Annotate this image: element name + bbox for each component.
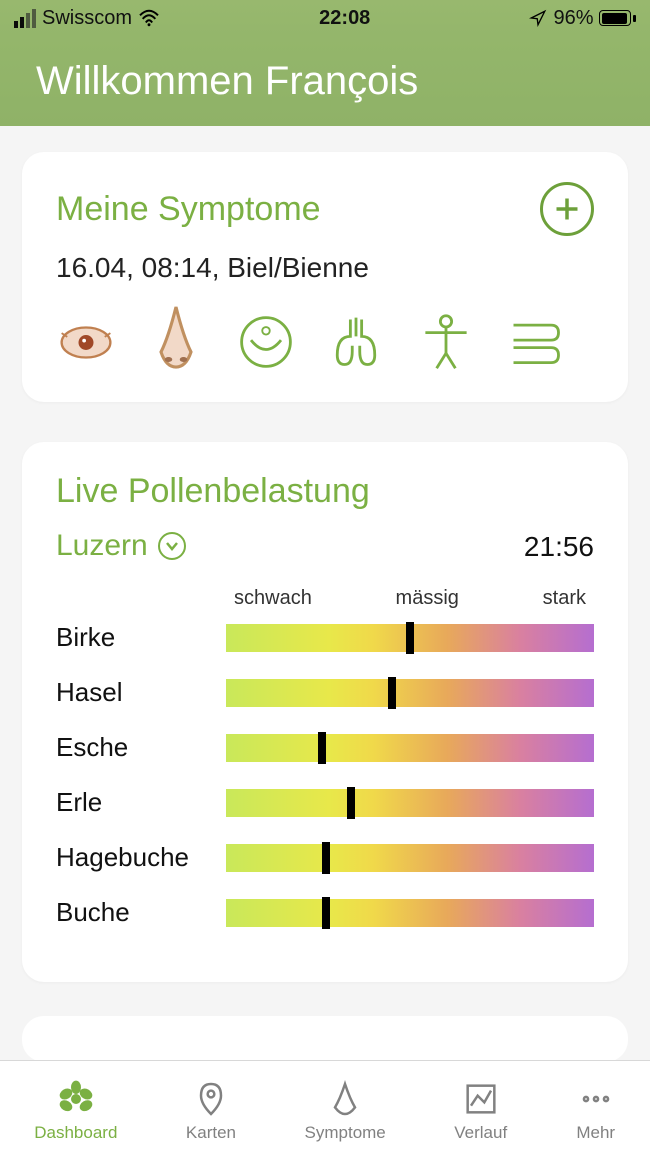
tab-karten[interactable]: Karten: [186, 1079, 236, 1143]
pollen-row: Esche: [56, 732, 594, 763]
pollen-marker: [322, 842, 330, 874]
symptom-meta: 16.04, 08:14, Biel/Bienne: [56, 252, 594, 284]
mouth-icon[interactable]: [236, 312, 296, 372]
chart-icon: [461, 1079, 501, 1119]
wifi-icon: [138, 9, 160, 27]
pollen-rows: Birke Hasel Esche Erle Hagebuche Buche: [56, 622, 594, 928]
welcome-title: Willkommen François: [36, 59, 418, 104]
add-symptom-button[interactable]: [540, 182, 594, 236]
tab-bar: Dashboard Karten Symptome Verlauf Mehr: [0, 1060, 650, 1156]
tab-label: Karten: [186, 1123, 236, 1143]
pollen-row: Hagebuche: [56, 842, 594, 873]
pollen-row: Buche: [56, 897, 594, 928]
plus-icon: [553, 195, 581, 223]
scale-mid: mässig: [396, 587, 459, 610]
map-pin-icon: [191, 1079, 231, 1119]
pollen-marker: [318, 732, 326, 764]
lungs-icon[interactable]: [326, 312, 386, 372]
pollen-name: Hagebuche: [56, 842, 226, 873]
tab-symptome[interactable]: Symptome: [305, 1079, 386, 1143]
tab-verlauf[interactable]: Verlauf: [454, 1079, 507, 1143]
pollen-name: Buche: [56, 897, 226, 928]
more-icon: [576, 1079, 616, 1119]
pollen-title: Live Pollenbelastung: [56, 472, 594, 511]
pollen-name: Birke: [56, 622, 226, 653]
tab-label: Symptome: [305, 1123, 386, 1143]
location-selector[interactable]: Luzern: [56, 529, 186, 563]
pollen-bar: [226, 679, 594, 707]
scale-high: stark: [543, 587, 586, 610]
pollen-bar: [226, 624, 594, 652]
symptoms-title: Meine Symptome: [56, 190, 321, 229]
pollen-name: Hasel: [56, 677, 226, 708]
pollen-bar: [226, 734, 594, 762]
pollen-marker: [347, 787, 355, 819]
pollen-marker: [322, 897, 330, 929]
status-right: 96%: [529, 7, 636, 30]
pollen-time: 21:56: [524, 531, 594, 563]
symptoms-card: Meine Symptome 16.04, 08:14, Biel/Bienne: [22, 152, 628, 402]
pollen-bar: [226, 899, 594, 927]
status-bar: Swisscom 22:08 96%: [0, 0, 650, 36]
tab-dashboard[interactable]: Dashboard: [34, 1079, 117, 1143]
page-header: Willkommen François: [0, 36, 650, 126]
content-area: Meine Symptome 16.04, 08:14, Biel/Bienne: [0, 126, 650, 1060]
pollen-row: Erle: [56, 787, 594, 818]
next-card-peek: [22, 1016, 628, 1060]
location-arrow-icon: [529, 9, 547, 27]
dashboard-icon: [56, 1079, 96, 1119]
status-left: Swisscom: [14, 7, 160, 30]
status-time: 22:08: [319, 7, 370, 30]
symptom-nose-icon: [325, 1079, 365, 1119]
symptom-icons-row: [56, 312, 594, 372]
body-icon[interactable]: [416, 312, 476, 372]
pollen-marker: [388, 677, 396, 709]
pollen-marker: [406, 622, 414, 654]
signal-icon: [14, 9, 36, 28]
tab-mehr[interactable]: Mehr: [576, 1079, 616, 1143]
pollen-bar: [226, 789, 594, 817]
battery-icon: [599, 10, 636, 26]
carrier-label: Swisscom: [42, 7, 132, 30]
tab-label: Verlauf: [454, 1123, 507, 1143]
tab-label: Dashboard: [34, 1123, 117, 1143]
pollen-name: Erle: [56, 787, 226, 818]
digestion-icon[interactable]: [506, 312, 566, 372]
location-label: Luzern: [56, 529, 148, 563]
battery-pct: 96%: [553, 7, 593, 30]
pollen-row: Hasel: [56, 677, 594, 708]
chevron-down-icon: [158, 532, 186, 560]
pollen-name: Esche: [56, 732, 226, 763]
pollen-scale-labels: schwach mässig stark: [56, 587, 594, 610]
pollen-row: Birke: [56, 622, 594, 653]
nose-icon[interactable]: [146, 312, 206, 372]
eye-icon[interactable]: [56, 312, 116, 372]
pollen-card: Live Pollenbelastung Luzern 21:56 schwac…: [22, 442, 628, 982]
scale-low: schwach: [234, 587, 312, 610]
pollen-bar: [226, 844, 594, 872]
tab-label: Mehr: [576, 1123, 615, 1143]
